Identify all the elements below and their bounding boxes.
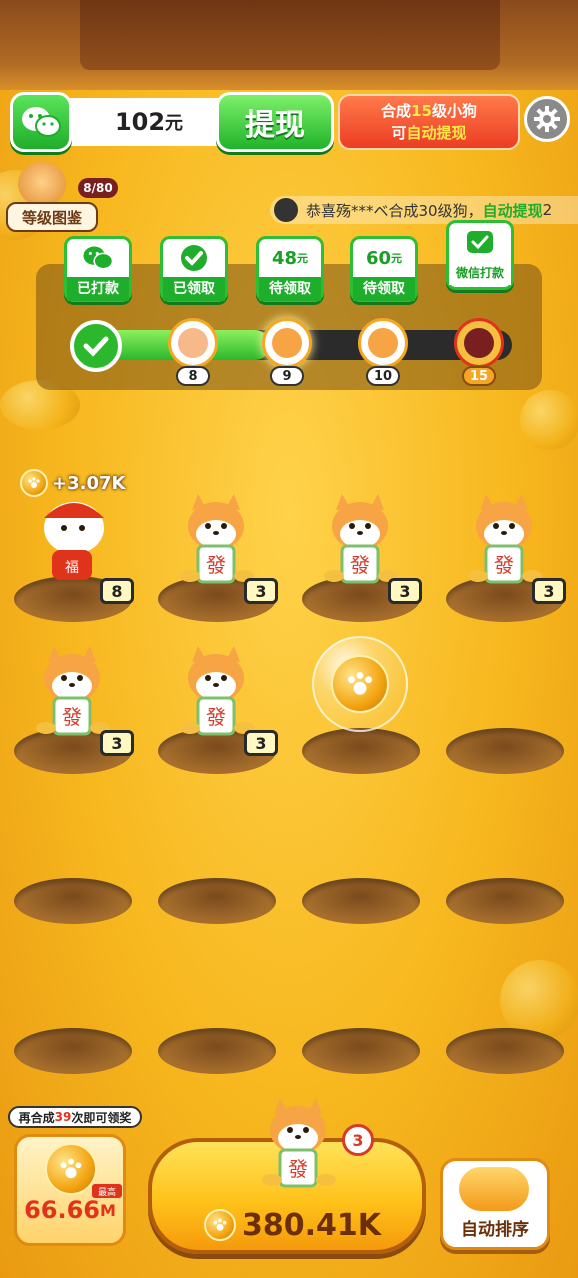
paw-coin-icon [204, 1209, 236, 1241]
promo-line-2: 可自动提现 [391, 124, 467, 142]
milestone-dog-icon [262, 318, 312, 368]
top-decor-band [0, 0, 578, 90]
reward-card-2[interactable]: 已领取 [160, 236, 228, 302]
svg-text:發: 發 [494, 553, 514, 577]
marquee-highlight: 自动提现 [482, 201, 543, 220]
grid-slot[interactable] [446, 728, 564, 774]
fortune-dog-icon[interactable]: 發 [24, 640, 120, 740]
fortune-dog-icon[interactable]: 發 [312, 488, 408, 588]
grid-slot[interactable] [14, 878, 132, 924]
earn-amount: +3.07K [52, 472, 126, 494]
paw-coin-icon [45, 1143, 97, 1195]
reward-card-1[interactable]: 已打款 [64, 236, 132, 302]
withdraw-button[interactable]: 提现 [216, 92, 334, 152]
reward-card-3[interactable]: 48 元 待领取 [256, 236, 324, 302]
wechat-icon [449, 223, 511, 261]
svg-text:發: 發 [350, 553, 370, 577]
milestone-crown-dog-icon [454, 318, 504, 368]
promo-line-1: 合成15级小狗 [381, 102, 477, 120]
grid-slot[interactable] [302, 1028, 420, 1074]
level-book-button[interactable]: 等级图鉴 [6, 162, 98, 236]
merge-reward-tip: 再合成 39 次即可领奖 [8, 1106, 142, 1128]
lion-dance-dog-icon[interactable]: 福 [24, 488, 120, 588]
reward-status: 微信打款 [449, 261, 511, 285]
wallet-bar: 102 元 提现 [10, 92, 334, 152]
dog-avatar-icon [18, 162, 66, 206]
reward-status: 已打款 [67, 277, 129, 301]
svg-text:發: 發 [62, 705, 82, 729]
marquee-text: 恭喜殇***ベ合成30级狗， [306, 201, 483, 220]
dog-level-badge: 3 [388, 578, 422, 604]
svg-text:發: 發 [206, 553, 226, 577]
merge-reward-amount: 66.66 M [24, 1196, 116, 1224]
wechat-icon [10, 92, 72, 152]
fortune-dog-icon[interactable]: 發 [456, 488, 552, 588]
milestone-dog-icon [358, 318, 408, 368]
grid-slot[interactable] [158, 878, 276, 924]
grid-slot[interactable] [158, 1028, 276, 1074]
svg-text:發: 發 [206, 705, 226, 729]
fortune-dog-icon[interactable]: 發 [168, 488, 264, 588]
buy-dog-level: 3 [342, 1124, 374, 1156]
reward-status: 已领取 [163, 277, 225, 301]
fortune-dog-icon[interactable]: 發 [168, 640, 264, 740]
grid-slot[interactable] [446, 878, 564, 924]
level-book-progress: 8/80 [78, 178, 118, 198]
milestone-level: 10 [366, 366, 400, 386]
dog-level-badge: 8 [100, 578, 134, 604]
buy-dog-price: 380.41K [204, 1208, 381, 1243]
coin-decor [520, 390, 578, 450]
balance-display: 102 元 [64, 98, 234, 146]
milestone-level: 9 [270, 366, 304, 386]
grid-slot[interactable] [302, 878, 420, 924]
dog-level-badge: 3 [244, 578, 278, 604]
reward-amount: 48 元 [271, 247, 309, 269]
svg-text:發: 發 [288, 1157, 308, 1181]
wechat-icon [67, 239, 129, 277]
grid-slot[interactable] [14, 1028, 132, 1074]
reward-status: 待领取 [259, 277, 321, 301]
dog-level-badge: 3 [532, 578, 566, 604]
milestone-done-check-icon [70, 320, 122, 372]
broadcast-marquee: 恭喜殇***ベ合成30级狗， 自动提现 2 [270, 196, 578, 224]
reward-amount: 60 元 [365, 247, 403, 269]
level-book-label: 等级图鉴 [6, 202, 98, 232]
milestone-level: 15 [462, 366, 496, 386]
grid-slot[interactable] [302, 728, 420, 774]
coin-bubble-icon[interactable] [312, 636, 408, 732]
dog-icon: 發 [250, 1092, 346, 1192]
reward-card-4[interactable]: 60 元 待领取 [350, 236, 418, 302]
milestone-dog-icon [168, 318, 218, 368]
milestone-level: 8 [176, 366, 210, 386]
balance-value: 102 [114, 108, 166, 136]
paw-coin-icon [20, 469, 48, 497]
earn-popup: +3.07K [20, 468, 125, 498]
auto-sort-label: 自动排序 [461, 1219, 529, 1240]
svg-text:福: 福 [65, 560, 79, 576]
reward-status: 待领取 [353, 277, 415, 301]
auto-withdraw-promo[interactable]: 合成15级小狗 可自动提现 [338, 94, 520, 150]
grid-slot[interactable] [446, 1028, 564, 1074]
dog-level-badge: 3 [100, 730, 134, 756]
sort-arrows-icon [459, 1167, 529, 1211]
balance-unit: 元 [165, 113, 184, 134]
settings-gear-icon[interactable] [524, 96, 570, 142]
check-icon [163, 239, 225, 277]
dog-level-badge: 3 [244, 730, 278, 756]
reward-card-5[interactable]: 微信打款 [446, 220, 514, 290]
user-avatar [274, 198, 298, 222]
marquee-tail: 2 [542, 201, 553, 219]
